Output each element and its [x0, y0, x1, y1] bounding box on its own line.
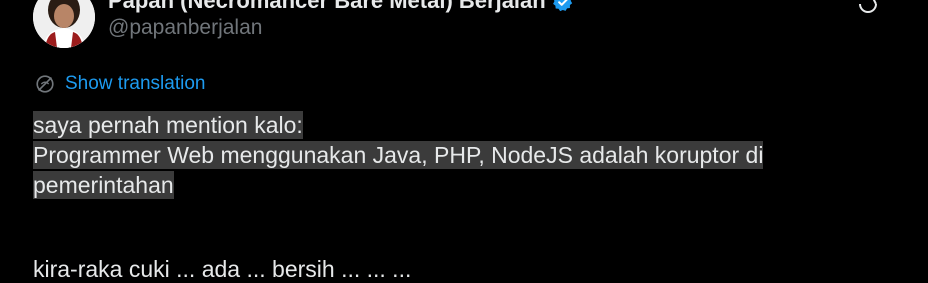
- tweet-line-1: saya pernah mention kalo:: [33, 111, 303, 139]
- verified-badge-icon: [552, 0, 572, 12]
- author-name-text: Papan (Necromancer Bare Metal) Berjalan: [108, 0, 546, 13]
- tweet-line-4-cut: kira-raka cuki ... ada ... bersih ... ..…: [33, 256, 412, 282]
- tweet-line-3: pemerintahan: [33, 171, 174, 199]
- tweet-text: saya pernah mention kalo: Programmer Web…: [33, 110, 913, 200]
- globe-icon: [36, 75, 54, 93]
- author-handle[interactable]: @papanberjalan: [108, 15, 262, 41]
- tweet-line-2: Programmer Web menggunakan Java, PHP, No…: [33, 141, 764, 169]
- show-translation-label: Show translation: [65, 73, 206, 94]
- avatar-image: [33, 0, 95, 48]
- author-display-name[interactable]: Papan (Necromancer Bare Metal) Berjalan: [108, 0, 574, 14]
- avatar[interactable]: [33, 0, 95, 48]
- show-translation-button[interactable]: Show translation: [34, 72, 205, 96]
- grok-icon[interactable]: [856, 0, 880, 14]
